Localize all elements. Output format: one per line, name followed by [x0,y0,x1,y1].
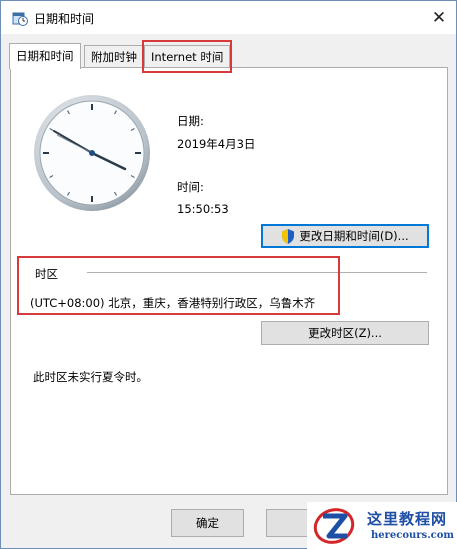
watermark: 这里教程网 herecours.com [307,502,457,549]
change-timezone-label: 更改时区(Z)... [308,326,382,340]
time-value: 15:50:53 [177,202,229,216]
change-timezone-button[interactable]: 更改时区(Z)... [261,321,429,345]
date-time-app-icon [12,12,28,26]
tab-date-time[interactable]: 日期和时间 [9,43,81,69]
analog-clock [34,95,150,211]
title-bar: 日期和时间 ✕ [1,1,456,34]
ok-button[interactable]: 确定 [171,509,244,537]
tab-additional-clocks[interactable]: 附加时钟 [84,45,144,68]
tab-label: 附加时钟 [91,50,137,64]
change-date-time-button[interactable]: 更改日期和时间(D)... [261,224,429,248]
dst-note: 此时区未实行夏令时。 [33,370,148,384]
time-label: 时间: [177,180,204,194]
tab-label: 日期和时间 [16,49,74,63]
close-button[interactable]: ✕ [422,1,456,34]
watermark-cn-text: 这里教程网 [367,510,448,528]
highlight-box-internet-time [142,40,232,73]
close-icon: ✕ [431,7,447,28]
change-date-time-label: 更改日期和时间(D)... [299,229,409,243]
ok-label: 确定 [196,516,219,530]
watermark-en-text: herecours.com [371,530,455,541]
uac-shield-icon [282,228,295,244]
watermark-logo-icon [313,508,355,544]
date-label: 日期: [177,114,204,128]
date-value: 2019年4月3日 [177,137,256,151]
highlight-box-timezone [17,256,340,315]
window-title: 日期和时间 [34,12,95,26]
